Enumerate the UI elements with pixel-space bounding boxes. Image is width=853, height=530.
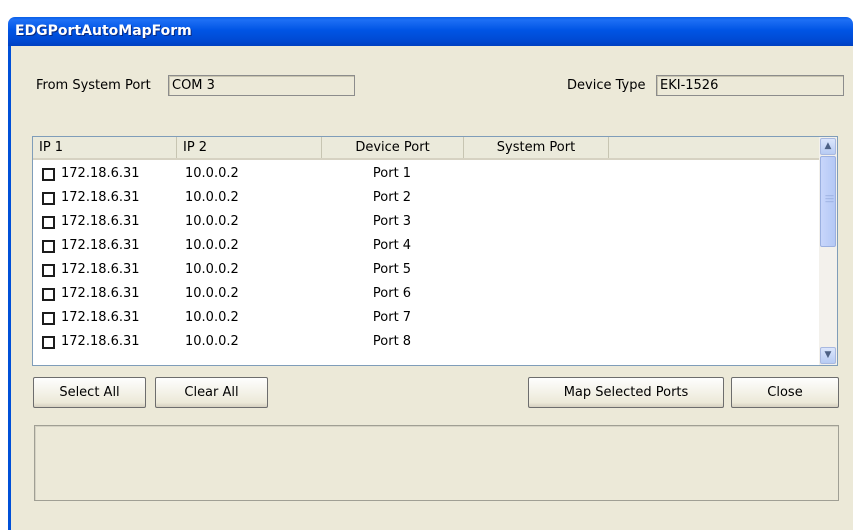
- device-port-cell: Port 7: [372, 310, 412, 325]
- list-item[interactable]: 172.18.6.31 10.0.0.2 Port 2: [33, 187, 819, 211]
- chevron-down-icon[interactable]: ▼: [820, 347, 836, 364]
- ip1-cell: 172.18.6.31: [61, 166, 140, 181]
- row-checkbox[interactable]: [42, 240, 55, 253]
- list-item[interactable]: 172.18.6.31 10.0.0.2 Port 8: [33, 331, 819, 355]
- close-button[interactable]: Close: [731, 377, 839, 408]
- ip1-cell: 172.18.6.31: [61, 214, 140, 229]
- map-selected-ports-button[interactable]: Map Selected Ports: [528, 377, 724, 408]
- list-rows: 172.18.6.31 10.0.0.2 Port 1 172.18.6.31 10.0…: [33, 163, 819, 355]
- ip1-cell: 172.18.6.31: [61, 310, 140, 325]
- list-item[interactable]: 172.18.6.31 10.0.0.2 Port 4: [33, 235, 819, 259]
- column-header-filler: [609, 137, 819, 158]
- ip2-cell: 10.0.0.2: [185, 238, 239, 253]
- ip2-cell: 10.0.0.2: [185, 262, 239, 277]
- list-header: IP 1 IP 2 Device Port System Port: [33, 137, 819, 160]
- device-port-cell: Port 4: [372, 238, 412, 253]
- ip2-cell: 10.0.0.2: [185, 286, 239, 301]
- ip1-cell: 172.18.6.31: [61, 238, 140, 253]
- status-box: [34, 425, 839, 501]
- row-checkbox[interactable]: [42, 168, 55, 181]
- list-item[interactable]: 172.18.6.31 10.0.0.2 Port 5: [33, 259, 819, 283]
- clear-all-button[interactable]: Clear All: [155, 377, 268, 408]
- ip2-cell: 10.0.0.2: [185, 190, 239, 205]
- device-port-cell: Port 5: [372, 262, 412, 277]
- row-checkbox[interactable]: [42, 312, 55, 325]
- row-checkbox[interactable]: [42, 288, 55, 301]
- ip2-cell: 10.0.0.2: [185, 166, 239, 181]
- select-all-button[interactable]: Select All: [33, 377, 146, 408]
- vertical-scrollbar[interactable]: ▲ — — — ▼: [819, 137, 837, 365]
- ip1-cell: 172.18.6.31: [61, 190, 140, 205]
- window-titlebar[interactable]: EDGPortAutoMapForm: [8, 17, 853, 46]
- ip2-cell: 10.0.0.2: [185, 334, 239, 349]
- ip2-cell: 10.0.0.2: [185, 214, 239, 229]
- ip1-cell: 172.18.6.31: [61, 334, 140, 349]
- grip-icon: — — —: [825, 191, 834, 207]
- device-port-cell: Port 2: [372, 190, 412, 205]
- chevron-up-icon[interactable]: ▲: [820, 138, 836, 155]
- device-type-field[interactable]: EKI-1526: [656, 75, 844, 96]
- list-item[interactable]: 172.18.6.31 10.0.0.2 Port 6: [33, 283, 819, 307]
- device-port-cell: Port 1: [372, 166, 412, 181]
- column-header-ip2[interactable]: IP 2: [177, 137, 322, 158]
- list-item[interactable]: 172.18.6.31 10.0.0.2 Port 3: [33, 211, 819, 235]
- list-item[interactable]: 172.18.6.31 10.0.0.2 Port 1: [33, 163, 819, 187]
- scrollbar-thumb[interactable]: — — —: [820, 156, 836, 247]
- from-system-port-label: From System Port: [36, 78, 151, 93]
- row-checkbox[interactable]: [42, 192, 55, 205]
- row-checkbox[interactable]: [42, 336, 55, 349]
- window-title: EDGPortAutoMapForm: [15, 23, 192, 39]
- row-checkbox[interactable]: [42, 264, 55, 277]
- device-port-cell: Port 8: [372, 334, 412, 349]
- port-list[interactable]: IP 1 IP 2 Device Port System Port 172.18…: [32, 136, 838, 366]
- device-port-cell: Port 3: [372, 214, 412, 229]
- column-header-device-port[interactable]: Device Port: [322, 137, 464, 158]
- column-header-ip1[interactable]: IP 1: [33, 137, 177, 158]
- ip1-cell: 172.18.6.31: [61, 262, 140, 277]
- ip1-cell: 172.18.6.31: [61, 286, 140, 301]
- column-header-system-port[interactable]: System Port: [464, 137, 609, 158]
- device-type-label: Device Type: [567, 78, 646, 93]
- row-checkbox[interactable]: [42, 216, 55, 229]
- list-item[interactable]: 172.18.6.31 10.0.0.2 Port 7: [33, 307, 819, 331]
- ip2-cell: 10.0.0.2: [185, 310, 239, 325]
- device-port-cell: Port 6: [372, 286, 412, 301]
- from-system-port-field[interactable]: COM 3: [168, 75, 355, 96]
